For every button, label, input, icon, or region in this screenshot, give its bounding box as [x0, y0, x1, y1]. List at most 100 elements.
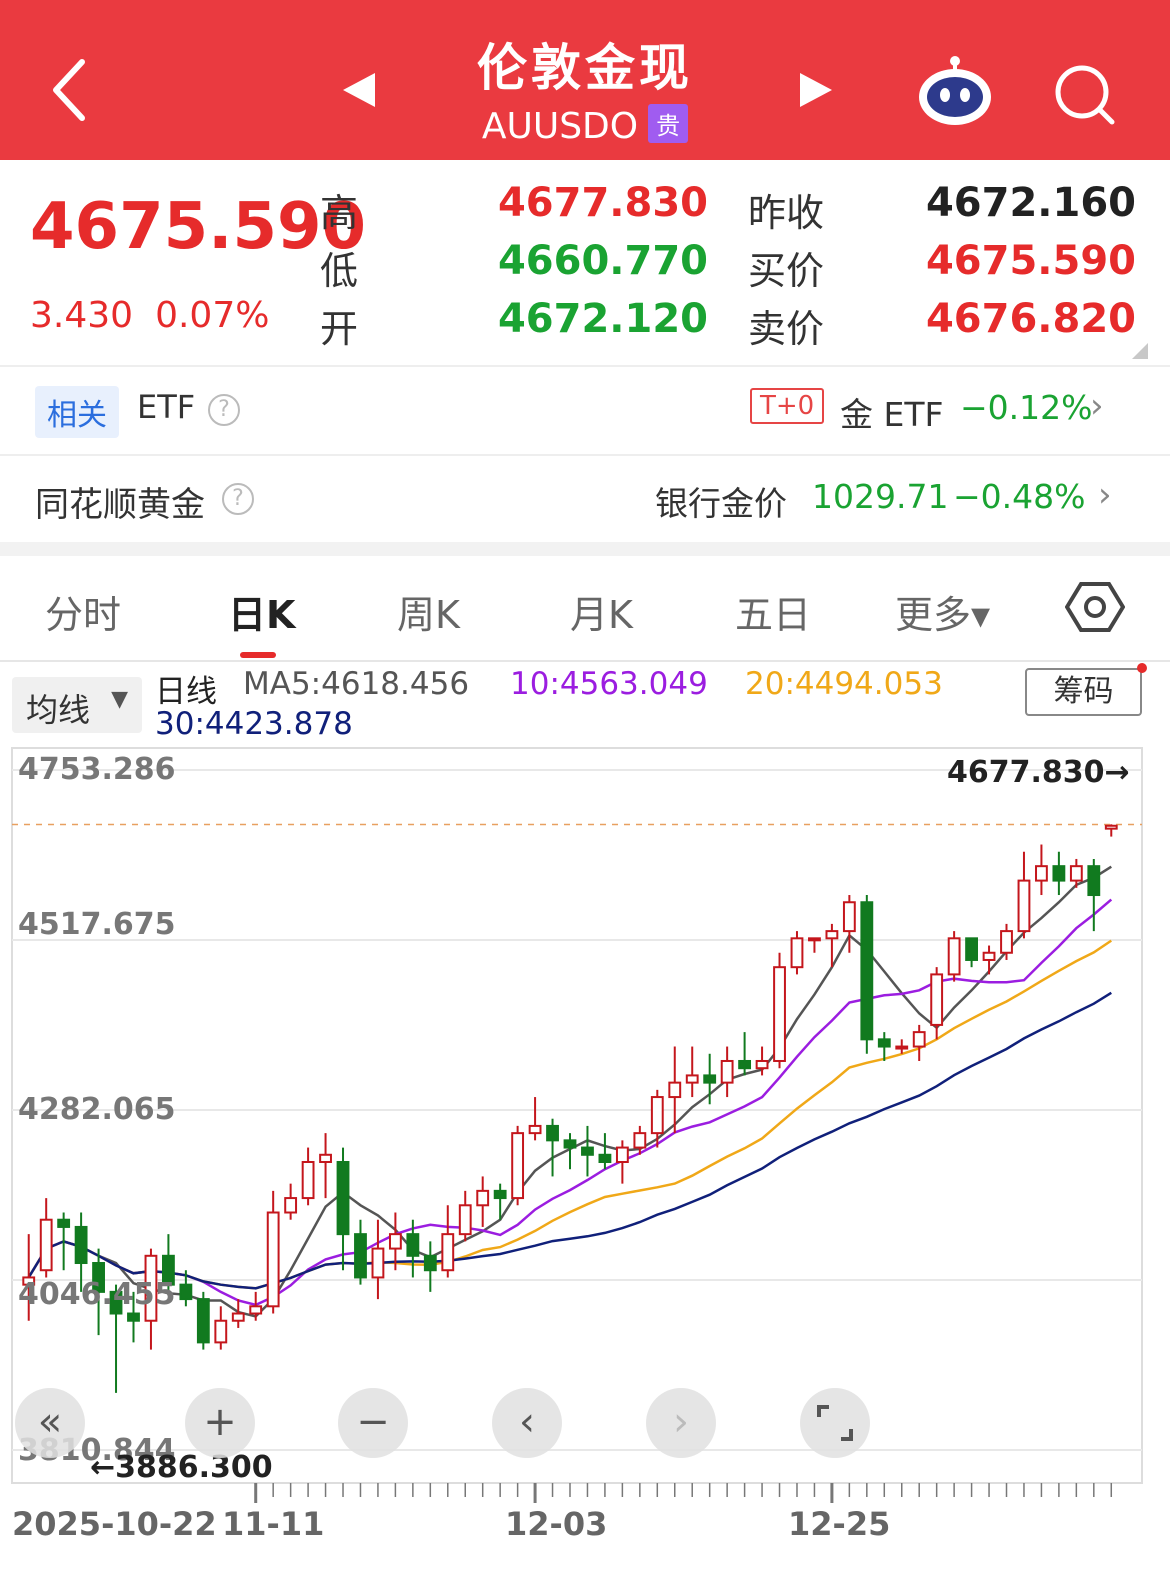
right-icon: ›	[673, 1399, 689, 1445]
zoom-in-button[interactable]: +	[185, 1388, 255, 1458]
x-tick-label: 11-11	[222, 1505, 325, 1543]
question-icon[interactable]: ?	[222, 483, 254, 515]
candle-down	[127, 1312, 140, 1322]
candle-up	[685, 1074, 699, 1084]
chevron-right-icon[interactable]: ›	[1090, 386, 1104, 426]
expand-corner-icon[interactable]	[1132, 343, 1148, 359]
candle-up	[668, 1081, 682, 1099]
candle-up	[371, 1247, 385, 1279]
chart-frame	[11, 747, 1143, 1484]
ths-gold-label: 同花顺黄金	[35, 485, 205, 525]
candle-up	[231, 1312, 245, 1322]
scroll-right-button[interactable]: ›	[646, 1388, 716, 1458]
period-label: 日线	[155, 674, 217, 710]
gold-etf-label: 金 ETF	[840, 395, 944, 434]
tab-five-day[interactable]: 五日	[735, 584, 811, 639]
expand-icon	[817, 1405, 853, 1441]
candle-up	[895, 1045, 909, 1050]
y-tick-label: 4046.455	[18, 1277, 176, 1312]
zoom-out-button[interactable]: −	[338, 1388, 408, 1458]
candle-up	[755, 1059, 769, 1070]
low-marker: ←3886.300	[90, 1450, 273, 1485]
candle-down	[703, 1074, 717, 1084]
bank-gold-price: 1029.71	[812, 477, 949, 516]
period-tabs: 分时 日K 周K 月K 五日 更多▾	[0, 556, 1170, 660]
scroll-to-start-button[interactable]: «	[15, 1388, 85, 1458]
chart-settings-button[interactable]	[1064, 580, 1126, 635]
high-label: 高	[320, 191, 359, 235]
candle-down	[354, 1233, 367, 1279]
candle-up	[912, 1031, 926, 1048]
tab-intraday[interactable]: 分时	[45, 584, 121, 639]
x-tick-label: 12-03	[505, 1505, 608, 1543]
double-left-icon: «	[37, 1399, 63, 1445]
candle-up	[808, 937, 821, 942]
ma-type-select[interactable]: 均线 ▼	[12, 677, 142, 733]
quote-panel: 4675.590 3.430 0.07% 高 低 开 4677.830 4660.…	[0, 160, 1170, 365]
candle-down	[965, 937, 979, 961]
tab-daily-k[interactable]: 日K	[228, 584, 295, 639]
etf-row[interactable]: 相关 ETF ? T+0 金 ETF −0.12% ›	[0, 366, 1170, 454]
candle-down	[581, 1146, 594, 1156]
search-button[interactable]	[1050, 60, 1120, 130]
top-bar: 伦敦金现 AUUSDO 贵	[0, 0, 1170, 160]
candle-down	[74, 1225, 88, 1265]
tab-monthly-k[interactable]: 月K	[570, 584, 633, 639]
bank-gold-change: −0.48%	[953, 477, 1086, 516]
caret-down-icon: ▼	[111, 687, 128, 712]
active-tab-indicator	[240, 652, 276, 658]
t0-tag: T+0	[750, 388, 825, 424]
candle-down	[860, 901, 874, 1041]
candle-up	[319, 1153, 332, 1163]
next-triangle-icon	[800, 73, 832, 107]
candle-down	[598, 1153, 612, 1163]
candle-up	[441, 1233, 455, 1272]
candle-up	[39, 1218, 53, 1272]
candle-down	[179, 1283, 193, 1301]
change-percent: 0.07%	[155, 295, 270, 336]
candle-down	[563, 1139, 577, 1149]
gold-etf-change: −0.12%	[960, 388, 1093, 427]
question-icon[interactable]: ?	[208, 394, 240, 426]
plus-icon: +	[203, 1399, 237, 1445]
left-icon: ‹	[519, 1399, 535, 1445]
candle-up	[301, 1160, 315, 1200]
prev-triangle-icon	[343, 73, 375, 107]
candle-up	[528, 1124, 542, 1135]
candle-up	[790, 937, 804, 969]
candle-down	[196, 1298, 210, 1344]
x-axis-ticks	[12, 1482, 1142, 1503]
tab-weekly-k[interactable]: 周K	[397, 584, 460, 639]
candle-up	[825, 930, 839, 940]
gold-row[interactable]: 同花顺黄金 ? 银行金价 1029.71 −0.48% ›	[0, 455, 1170, 543]
candle-up	[615, 1146, 629, 1163]
candle-up	[982, 951, 996, 961]
open-label: 开	[320, 307, 359, 351]
bank-gold-label: 银行金价	[655, 484, 787, 523]
high-value: 4677.830	[497, 180, 708, 226]
bid-label: 买价	[748, 249, 825, 293]
precious-metal-badge: 贵	[648, 104, 689, 143]
low-value: 4660.770	[497, 238, 708, 284]
ask-value: 4676.820	[925, 296, 1136, 342]
candle-down	[738, 1059, 752, 1070]
tab-more[interactable]: 更多▾	[895, 584, 990, 639]
section-gap	[0, 542, 1170, 556]
next-instrument-button[interactable]	[790, 65, 840, 115]
y-tick-label: 4282.065	[18, 1092, 176, 1127]
candle-up	[249, 1305, 263, 1315]
candle-up	[842, 901, 856, 933]
ai-assistant-button[interactable]	[915, 55, 995, 130]
candle-up	[947, 937, 961, 976]
etf-label: ETF	[137, 388, 196, 426]
candle-up	[650, 1096, 664, 1135]
instrument-title: 伦敦金现	[477, 39, 693, 97]
scroll-left-button[interactable]: ‹	[492, 1388, 562, 1458]
fullscreen-button[interactable]	[800, 1388, 870, 1458]
chevron-right-icon[interactable]: ›	[1098, 475, 1112, 515]
chips-distribution-button[interactable]: 筹码	[1025, 668, 1142, 716]
candle-up	[1000, 930, 1013, 954]
back-button[interactable]	[40, 50, 100, 130]
y-tick-label: 4753.286	[18, 752, 176, 787]
previous-instrument-button[interactable]	[335, 65, 385, 115]
